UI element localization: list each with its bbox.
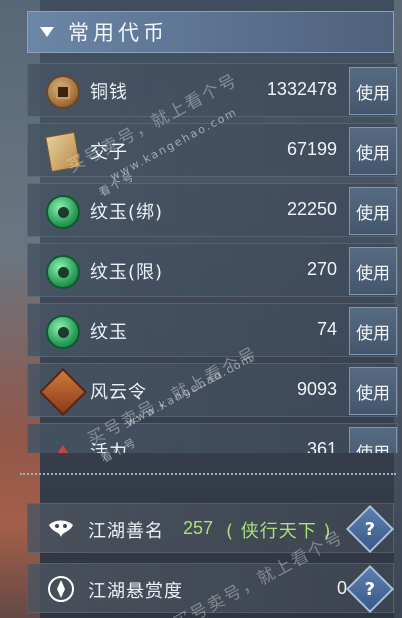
currency-row: 纹玉(绑) 22250 使用 <box>27 183 398 237</box>
use-button[interactable]: 使用 <box>349 367 397 415</box>
currency-name: 活力 <box>90 442 128 453</box>
currency-row: 纹玉(限) 270 使用 <box>27 243 398 297</box>
bounty-label: 江湖悬赏度 <box>88 581 183 602</box>
currency-row: 纹玉 74 使用 <box>27 303 398 357</box>
reputation-label: 江湖善名 <box>88 521 164 542</box>
mask-icon <box>46 514 76 544</box>
use-button[interactable]: 使用 <box>349 307 397 355</box>
reputation-help-button[interactable]: ? <box>345 504 395 554</box>
currency-row: 交子 67199 使用 <box>27 123 398 177</box>
currency-name: 纹玉(限) <box>90 262 164 283</box>
currency-value: 361 <box>306 439 337 453</box>
paper-money-icon <box>44 131 82 173</box>
currency-value: 74 <box>316 319 337 339</box>
question-mark-icon: ? <box>364 518 376 540</box>
use-button[interactable]: 使用 <box>349 187 397 235</box>
currency-name: 铜钱 <box>90 82 128 103</box>
currency-name: 纹玉 <box>90 322 128 343</box>
currency-value: 22250 <box>286 199 337 219</box>
question-mark-icon: ? <box>364 578 376 600</box>
currency-name: 风云令 <box>90 382 147 403</box>
reputation-title: ( 侠行天下 ) <box>226 521 332 542</box>
currency-value: 67199 <box>286 139 337 159</box>
use-button[interactable]: 使用 <box>349 247 397 295</box>
currency-list[interactable]: 铜钱 1332478 使用 交子 67199 使用 纹玉(绑) 22250 使用… <box>27 63 398 453</box>
bounty-row: 江湖悬赏度 0 ? <box>27 563 395 614</box>
jade-bound-icon <box>44 193 82 231</box>
use-button[interactable]: 使用 <box>349 127 397 175</box>
section-title: 常用代币 <box>68 21 168 45</box>
use-button[interactable]: 使用 <box>349 67 397 115</box>
currency-name: 交子 <box>90 142 128 163</box>
collapse-triangle-icon[interactable] <box>40 27 54 37</box>
currency-value: 270 <box>306 259 337 279</box>
dotted-divider <box>20 473 396 475</box>
fengyun-token-icon <box>38 367 88 417</box>
reputation-row: 江湖善名 257 ( 侠行天下 ) ? <box>27 503 395 554</box>
reputation-value: 257 <box>183 518 214 538</box>
currency-value: 1332478 <box>266 79 337 99</box>
currency-name: 纹玉(绑) <box>90 202 164 223</box>
vitality-icon <box>44 433 82 453</box>
bounty-target-icon <box>46 574 76 604</box>
currency-value: 9093 <box>296 379 337 399</box>
jade-icon <box>44 313 82 351</box>
bounty-help-button[interactable]: ? <box>345 564 395 614</box>
currency-row: 风云令 9093 使用 <box>27 363 398 417</box>
section-header[interactable]: 常用代币 <box>27 11 394 53</box>
currency-row: 铜钱 1332478 使用 <box>27 63 398 117</box>
jade-limited-icon <box>44 253 82 291</box>
currency-row: 活力 361 使用 <box>27 423 398 453</box>
copper-coin-icon <box>44 73 82 111</box>
use-button[interactable]: 使用 <box>349 427 397 453</box>
